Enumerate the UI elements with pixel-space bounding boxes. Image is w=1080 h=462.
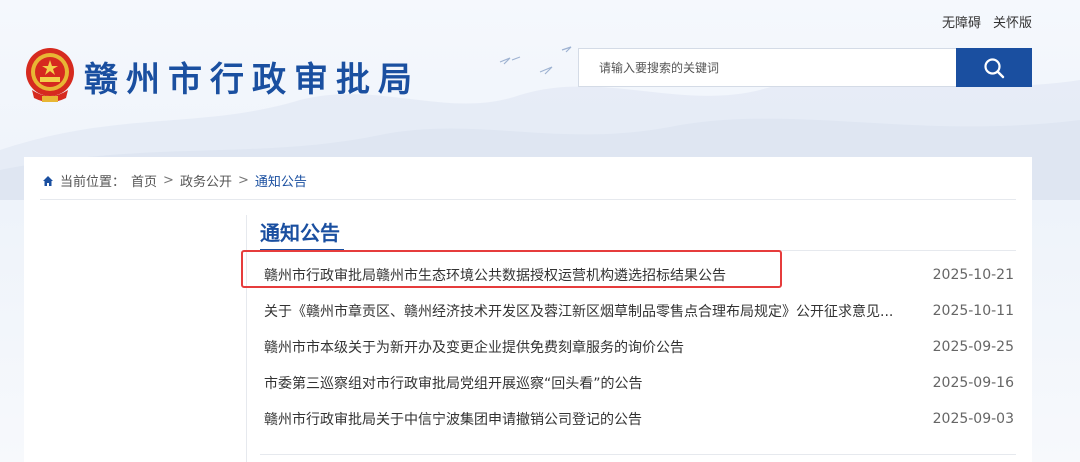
list-item[interactable]: 赣州市行政审批局关于中信宁波集团申请撤销公司登记的公告 2025-09-03: [264, 401, 1014, 437]
divider: [260, 454, 1016, 455]
breadcrumb-gov-affairs[interactable]: 政务公开: [180, 171, 232, 190]
breadcrumb-home[interactable]: 首页: [131, 171, 157, 190]
notice-title[interactable]: 赣州市行政审批局关于中信宁波集团申请撤销公司登记的公告: [264, 409, 642, 429]
notice-title[interactable]: 市委第三巡察组对市行政审批局党组开展巡察“回头看”的公告: [264, 373, 643, 393]
notice-date: 2025-09-03: [932, 411, 1014, 427]
notice-date: 2025-10-11: [932, 303, 1014, 319]
section-title: 通知公告: [260, 221, 340, 245]
list-item[interactable]: 赣州市行政审批局赣州市生态环境公共数据授权运营机构遴选招标结果公告 2025-1…: [264, 257, 1014, 293]
notice-date: 2025-09-16: [932, 375, 1014, 391]
home-icon: [43, 175, 53, 186]
breadcrumb-label: 当前位置：: [60, 175, 126, 190]
section-title-underline: [260, 249, 1016, 251]
list-item[interactable]: 市委第三巡察组对市行政审批局党组开展巡察“回头看”的公告 2025-09-16: [264, 365, 1014, 401]
search-input[interactable]: [578, 48, 956, 87]
notice-title[interactable]: 赣州市行政审批局赣州市生态环境公共数据授权运营机构遴选招标结果公告: [264, 265, 726, 285]
search-icon: [984, 57, 1005, 78]
content-panel: 当前位置： 首页 > 政务公开 > 通知公告 通知公告 赣州市行政审批局赣州市生…: [24, 157, 1032, 462]
breadcrumb-separator: >: [237, 173, 249, 188]
search-bar: [578, 48, 1032, 87]
breadcrumb: 当前位置： 首页 > 政务公开 > 通知公告: [42, 171, 307, 190]
divider: [40, 199, 1016, 200]
notice-title[interactable]: 关于《赣州市章贡区、赣州经济技术开发区及蓉江新区烟草制品零售点合理布局规定》公开…: [264, 301, 893, 321]
national-emblem-icon: [26, 48, 74, 102]
notice-title[interactable]: 赣州市市本级关于为新开办及变更企业提供免费刻章服务的询价公告: [264, 337, 684, 357]
breadcrumb-current[interactable]: 通知公告: [255, 171, 307, 190]
breadcrumb-separator: >: [163, 173, 174, 188]
notice-list: 赣州市行政审批局赣州市生态环境公共数据授权运营机构遴选招标结果公告 2025-1…: [264, 257, 1014, 437]
top-links: 无障碍 关怀版: [942, 12, 1032, 31]
sidebar-divider: [246, 215, 247, 462]
elder-mode-link[interactable]: 关怀版: [993, 12, 1032, 31]
search-button[interactable]: [956, 48, 1032, 87]
list-item[interactable]: 赣州市市本级关于为新开办及变更企业提供免费刻章服务的询价公告 2025-09-2…: [264, 329, 1014, 365]
list-item[interactable]: 关于《赣州市章贡区、赣州经济技术开发区及蓉江新区烟草制品零售点合理布局规定》公开…: [264, 293, 1014, 329]
notice-date: 2025-10-21: [932, 267, 1014, 283]
notice-date: 2025-09-25: [932, 339, 1014, 355]
site-title[interactable]: 赣州市行政审批局: [84, 52, 420, 101]
accessibility-link[interactable]: 无障碍: [942, 12, 981, 31]
